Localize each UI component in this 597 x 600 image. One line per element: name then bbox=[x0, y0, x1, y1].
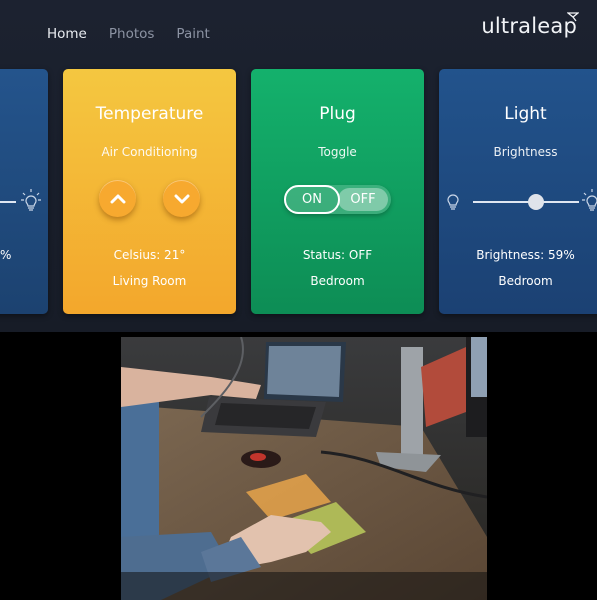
bulb-off-icon bbox=[447, 194, 459, 210]
slider-track bbox=[0, 201, 16, 203]
plug-status: Status: OFF bbox=[302, 248, 373, 262]
card-light[interactable]: Light Brightness Brightness: 59% Bedroom bbox=[439, 69, 597, 314]
room-label: Living Room bbox=[112, 274, 187, 288]
logo-mark-icon bbox=[567, 12, 579, 22]
room-label: Bedroom bbox=[310, 274, 365, 288]
bulb-on-icon bbox=[582, 189, 597, 211]
bulb-on-icon bbox=[21, 189, 41, 211]
card-title: Light bbox=[504, 104, 547, 124]
card-title: Temperature bbox=[95, 104, 204, 124]
brightness-slider-track[interactable] bbox=[473, 201, 579, 203]
nav-home[interactable]: Home bbox=[47, 26, 87, 42]
toggle-on-label[interactable]: ON bbox=[284, 185, 340, 214]
card-plug[interactable]: Plug Toggle ON OFF Status: OFF Bedroom bbox=[251, 69, 424, 314]
temperature-up-button[interactable] bbox=[99, 180, 136, 217]
nav-paint[interactable]: Paint bbox=[176, 26, 209, 42]
card-subtitle: Brightness bbox=[493, 145, 558, 159]
card-partial[interactable]: % bbox=[0, 69, 48, 314]
camera-feed-image bbox=[121, 337, 487, 600]
top-nav: Home Photos Paint bbox=[47, 26, 210, 42]
brand-logo: ultraleap bbox=[481, 14, 577, 38]
card-subtitle: Toggle bbox=[318, 145, 357, 159]
temperature-status: Celsius: 21° bbox=[113, 248, 186, 262]
temperature-down-button[interactable] bbox=[163, 180, 200, 217]
nav-photos[interactable]: Photos bbox=[109, 26, 155, 42]
smart-home-app: Home Photos Paint ultraleap % Temperatur… bbox=[0, 0, 597, 332]
card-title: Plug bbox=[319, 104, 356, 124]
card-subtitle: Air Conditioning bbox=[101, 145, 198, 159]
toggle-off-label[interactable]: OFF bbox=[338, 188, 388, 211]
room-label: Bedroom bbox=[498, 274, 553, 288]
brightness-status: Brightness: 59% bbox=[476, 248, 575, 262]
down-arrow-icon bbox=[174, 194, 189, 203]
up-arrow-icon bbox=[110, 194, 125, 203]
brightness-slider-handle[interactable] bbox=[527, 194, 544, 210]
brightness-value: % bbox=[0, 248, 12, 262]
plug-toggle[interactable]: ON OFF bbox=[284, 185, 391, 214]
card-temperature[interactable]: Temperature Air Conditioning Celsius: 21… bbox=[63, 69, 236, 314]
